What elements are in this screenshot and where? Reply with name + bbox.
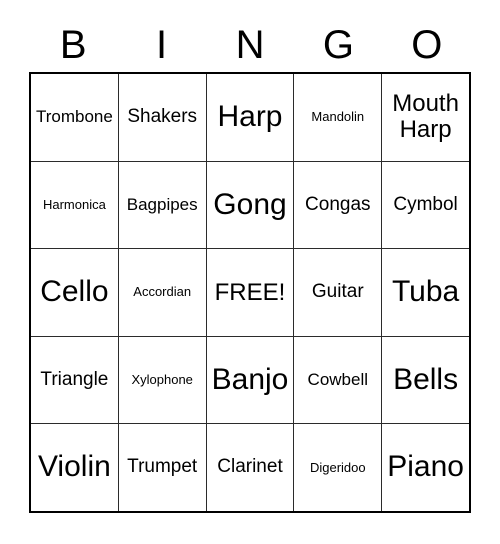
- bingo-cell[interactable]: Guitar: [293, 249, 381, 336]
- bingo-cell[interactable]: Mouth Harp: [381, 74, 469, 161]
- bingo-row: Trombone Shakers Harp Mandolin Mouth Har…: [31, 74, 469, 161]
- bingo-cell[interactable]: Harmonica: [31, 162, 118, 249]
- bingo-cell[interactable]: Congas: [293, 161, 381, 249]
- bingo-cell[interactable]: Digeridoo: [293, 424, 381, 511]
- bingo-cell[interactable]: Tuba: [381, 249, 469, 336]
- bingo-cell[interactable]: Triangle: [31, 337, 118, 424]
- bingo-header-letter-n: N: [235, 23, 265, 67]
- bingo-card: B I N G O Trombone Shakers Harp Mandolin…: [0, 0, 500, 544]
- bingo-cell[interactable]: Banjo: [205, 336, 294, 424]
- bingo-cell[interactable]: Xylophone: [117, 336, 206, 424]
- bingo-cell[interactable]: Clarinet: [205, 424, 294, 511]
- bingo-cell[interactable]: Bagpipes: [117, 161, 206, 249]
- bingo-header-letter-b: B: [59, 23, 87, 67]
- bingo-header-letter-i: I: [156, 23, 168, 67]
- bingo-header-letter-o: O: [411, 23, 443, 67]
- bingo-cell[interactable]: Gong: [205, 161, 294, 249]
- bingo-row: Triangle Xylophone Banjo Cowbell Bells: [31, 335, 469, 424]
- bingo-cell[interactable]: Cowbell: [293, 336, 381, 424]
- bingo-cell[interactable]: Piano: [381, 424, 469, 511]
- bingo-cell[interactable]: Trombone: [31, 74, 118, 161]
- bingo-header-letter-g: G: [322, 23, 354, 67]
- bingo-cell[interactable]: Shakers: [117, 74, 206, 161]
- bingo-cell[interactable]: Violin: [31, 424, 118, 511]
- bingo-cell[interactable]: Accordian: [117, 249, 206, 336]
- bingo-cell[interactable]: Trumpet: [117, 424, 206, 511]
- bingo-header-row: B I N G O: [29, 18, 471, 72]
- bingo-cell[interactable]: Cymbol: [381, 161, 469, 249]
- bingo-row: Harmonica Bagpipes Gong Congas Cymbol: [31, 160, 469, 249]
- bingo-cell[interactable]: Bells: [381, 336, 469, 424]
- bingo-row: Violin Trumpet Clarinet Digeridoo Piano: [31, 423, 469, 511]
- bingo-cell[interactable]: Harp: [205, 74, 294, 161]
- bingo-row: Cello Accordian FREE! Guitar Tuba: [31, 248, 469, 336]
- bingo-cell[interactable]: Cello: [31, 249, 118, 336]
- bingo-cell[interactable]: Mandolin: [293, 74, 381, 161]
- bingo-free-space[interactable]: FREE!: [205, 249, 294, 336]
- bingo-grid: Trombone Shakers Harp Mandolin Mouth Har…: [29, 72, 471, 513]
